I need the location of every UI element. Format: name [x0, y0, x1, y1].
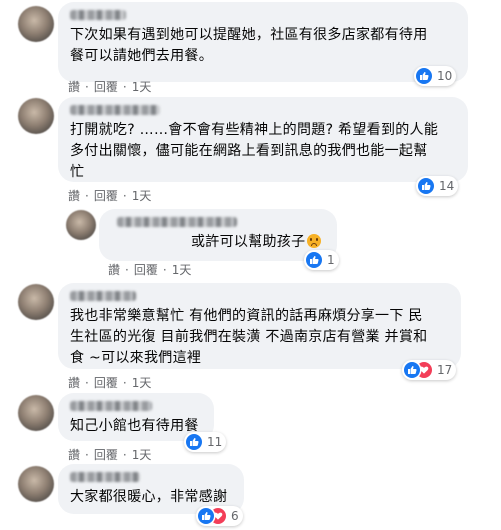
comment-time: 1天: [131, 376, 152, 390]
comment-text: 我也非常樂意幫忙 有他們的資訊的話再麻煩分享一下 民 生社區的光復 目前我們在裝…: [70, 308, 428, 366]
commenter-name[interactable]: [117, 217, 237, 227]
comment-actions: 讚 · 回覆 · 1天: [108, 263, 192, 277]
comment-actions: 讚 · 回覆 · 1天: [68, 80, 152, 94]
comment-actions: 讚 · 回覆 · 1天: [68, 376, 152, 390]
commenter-name[interactable]: [70, 105, 160, 115]
comment-bubble: 我也非常樂意幫忙 有他們的資訊的話再麻煩分享一下 民 生社區的光復 目前我們在裝…: [58, 283, 461, 369]
comment-text: 下次如果有遇到她可以提醒她，社區有很多店家都有待用 餐可以請她們去用餐。: [70, 27, 428, 64]
reaction-summary[interactable]: 10: [414, 66, 457, 86]
like-link[interactable]: 讚: [68, 80, 80, 94]
avatar[interactable]: [18, 98, 54, 134]
comment-text: 或許可以幫助孩子: [111, 232, 325, 253]
like-reaction-icon: [198, 508, 214, 524]
reaction-count: 17: [437, 363, 453, 377]
comment-actions: 讚 · 回覆 · 1天: [68, 189, 152, 203]
commenter-name[interactable]: [70, 401, 152, 411]
like-link[interactable]: 讚: [68, 376, 80, 390]
avatar[interactable]: [18, 6, 54, 42]
reaction-count: 1: [327, 253, 335, 267]
comment-bubble: 或許可以幫助孩子: [99, 209, 337, 261]
avatar[interactable]: [66, 210, 96, 240]
reaction-summary[interactable]: 11: [184, 432, 227, 452]
comment-time: 1天: [131, 80, 152, 94]
like-link[interactable]: 讚: [68, 448, 80, 462]
like-reaction-icon: [186, 434, 202, 450]
comment-bubble: 打開就吃? ……會不會有些精神上的問題? 希望看到的人能 多付出關懷，儘可能在網…: [58, 97, 468, 182]
reaction-count: 11: [207, 435, 223, 449]
reaction-summary[interactable]: 6: [196, 506, 243, 526]
like-link[interactable]: 讚: [68, 189, 80, 203]
comment-text: 大家都很暖心，非常感謝: [70, 489, 228, 505]
reply-link[interactable]: 回覆: [94, 189, 118, 203]
commenter-name[interactable]: [70, 10, 126, 20]
reaction-count: 6: [231, 509, 239, 523]
reaction-count: 10: [437, 69, 453, 83]
like-reaction-icon: [416, 68, 432, 84]
avatar[interactable]: [18, 395, 54, 431]
comment-time: 1天: [171, 263, 192, 277]
like-reaction-icon: [306, 252, 322, 268]
reply-link[interactable]: 回覆: [94, 376, 118, 390]
reply-link[interactable]: 回覆: [134, 263, 158, 277]
comment-text: 知己小館也有待用餐: [70, 418, 199, 434]
reaction-summary[interactable]: 17: [402, 360, 457, 380]
reply-link[interactable]: 回覆: [94, 80, 118, 94]
comment-time: 1天: [131, 189, 152, 203]
commenter-name[interactable]: [70, 472, 140, 482]
like-reaction-icon: [418, 178, 434, 194]
like-reaction-icon: [404, 362, 420, 378]
commenter-name[interactable]: [70, 291, 136, 301]
reply-link[interactable]: 回覆: [94, 448, 118, 462]
reaction-summary[interactable]: 1: [304, 250, 339, 270]
comment-actions: 讚 · 回覆 · 1天: [68, 448, 152, 462]
comment-bubble: 下次如果有遇到她可以提醒她，社區有很多店家都有待用 餐可以請她們去用餐。: [58, 2, 468, 82]
avatar[interactable]: [18, 284, 54, 320]
reaction-count: 14: [439, 179, 455, 193]
comment-time: 1天: [131, 448, 152, 462]
avatar[interactable]: [18, 466, 54, 502]
reaction-summary[interactable]: 14: [416, 176, 459, 196]
comment-text: 打開就吃? ……會不會有些精神上的問題? 希望看到的人能 多付出關懷，儘可能在網…: [70, 122, 439, 180]
sad-emoji-icon: [307, 234, 322, 248]
like-link[interactable]: 讚: [108, 263, 120, 277]
